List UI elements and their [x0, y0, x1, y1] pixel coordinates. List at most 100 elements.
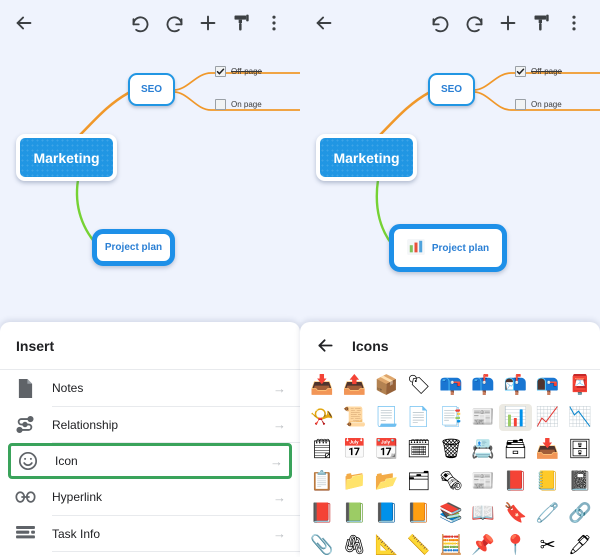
mindmap-node-seo[interactable]: SEO [128, 73, 175, 106]
open-mailbox-lowered-flag-icon[interactable]: 📭 [532, 372, 564, 399]
orange-book-icon[interactable]: 📙 [403, 500, 435, 527]
mindmap-node-root[interactable]: Marketing [16, 134, 117, 181]
red-book-icon[interactable]: 📕 [306, 500, 338, 527]
package-icon[interactable]: 📦 [370, 372, 402, 399]
chart-decreasing-icon[interactable]: 📉 [564, 404, 596, 431]
calendar-icon[interactable]: 📅 [338, 436, 370, 463]
back-arrow-icon[interactable] [312, 333, 338, 359]
scissors-icon[interactable]: ✂ [532, 532, 564, 557]
checkbox-unchecked-icon[interactable] [515, 99, 526, 110]
books-icon[interactable]: 📚 [435, 500, 467, 527]
mindmap-node-project-plan-label: Project plan [431, 242, 490, 254]
mindmap-node-root-label: Marketing [333, 149, 400, 166]
relationship-icon [14, 414, 36, 436]
card-file-box-icon[interactable]: 🗃 [499, 436, 531, 463]
scroll-icon[interactable]: 📜 [338, 404, 370, 431]
paperclip-icon[interactable]: 📎 [306, 532, 338, 557]
ledger-icon[interactable]: 📒 [532, 468, 564, 495]
mindmap-leaf-off-page-label: Off-page [231, 67, 262, 76]
mindmap-leaf-on-page[interactable]: On page [515, 99, 562, 110]
insert-sheet: Insert Notes → Relationship → Icon → Hyp… [0, 322, 300, 557]
open-file-folder-icon[interactable]: 📂 [370, 468, 402, 495]
safety-pin-icon[interactable]: 🧷 [532, 500, 564, 527]
insert-menu-item-relationship[interactable]: Relationship → [0, 407, 300, 443]
menu-divider [52, 551, 300, 552]
insert-sheet-header: Insert [0, 322, 300, 370]
label-tag-icon[interactable]: 🏷 [403, 372, 435, 399]
blue-book-icon[interactable]: 📘 [370, 500, 402, 527]
chevron-right-icon: → [273, 489, 286, 505]
mindmap-canvas-right[interactable]: Marketing SEO Project plan Off-page On p… [300, 0, 600, 322]
bar-chart-icon[interactable]: 📊 [499, 404, 532, 431]
mindmap-leaf-on-page[interactable]: On page [215, 99, 262, 110]
mindmap-canvas-left[interactable]: Marketing SEO Project plan Off-page On p… [0, 0, 300, 322]
mindmap-node-project-plan[interactable]: Project plan [92, 229, 175, 266]
page-with-curl-icon[interactable]: 📃 [370, 404, 402, 431]
postbox-icon[interactable]: 📮 [564, 372, 596, 399]
abacus-icon[interactable]: 🧮 [435, 532, 467, 557]
mindmap-node-seo[interactable]: SEO [428, 73, 475, 106]
pushpin-icon[interactable]: 📌 [467, 532, 499, 557]
file-box-icon[interactable]: 📥 [532, 436, 564, 463]
notes-icon [14, 377, 36, 399]
outbox-tray-icon[interactable]: 📤 [338, 372, 370, 399]
checkbox-unchecked-icon[interactable] [215, 99, 226, 110]
task-info-icon [14, 523, 36, 545]
wastebasket-icon[interactable]: 🗑 [435, 436, 467, 463]
bar-chart-icon [406, 238, 425, 258]
spiral-notepad-icon[interactable]: 🗒 [306, 436, 338, 463]
checkbox-checked-icon[interactable] [215, 66, 226, 77]
insert-menu-item-notes[interactable]: Notes → [0, 370, 300, 407]
closed-book-icon[interactable]: 📕 [499, 468, 531, 495]
icon-grid[interactable]: 📥 📤 📦 🏷 📪 📫 📬 📭 📮 📯 📜 📃 📄 📑 📰 📊 📈 📉 🗒 📅 📆 🗓 🗑 📇 🗃 📥 🗄 📋 📁 📂 🗂 🗞 📰 📕 📒 📓 📕 📗 📘 📙… [300, 370, 600, 557]
mindmap-node-root[interactable]: Marketing [316, 134, 417, 181]
postal-horn-icon[interactable]: 📯 [306, 404, 338, 431]
linked-paperclips-icon[interactable]: 🖇 [338, 532, 370, 557]
tear-off-calendar-icon[interactable]: 📆 [370, 436, 402, 463]
file-cabinet-icon[interactable]: 🗄 [564, 436, 596, 463]
screenshot-root: Marketing SEO Project plan Off-page On p… [0, 0, 600, 557]
insert-menu-item-icon[interactable]: Icon → [8, 443, 292, 479]
mindmap-leaf-off-page[interactable]: Off-page [215, 66, 262, 77]
mindmap-leaf-off-page[interactable]: Off-page [515, 66, 562, 77]
pen-icon[interactable]: 🖊 [564, 532, 596, 557]
spiral-calendar-icon[interactable]: 🗓 [403, 436, 435, 463]
newspaper-icon[interactable]: 📰 [467, 404, 499, 431]
chevron-right-icon: → [270, 453, 283, 469]
checkbox-checked-icon[interactable] [515, 66, 526, 77]
triangular-ruler-icon[interactable]: 📐 [370, 532, 402, 557]
closed-mailbox-raised-flag-icon[interactable]: 📫 [467, 372, 499, 399]
open-book-icon[interactable]: 📖 [467, 500, 499, 527]
notebook-icon[interactable]: 📓 [564, 468, 596, 495]
chart-increasing-icon[interactable]: 📈 [532, 404, 564, 431]
mindmap-right[interactable]: Marketing SEO Project plan Off-page On p… [300, 0, 600, 322]
mindmap-left[interactable]: Marketing SEO Project plan Off-page On p… [0, 0, 300, 322]
icons-sheet-header: Icons [300, 322, 600, 370]
insert-menu-item-task-info-label: Task Info [52, 526, 101, 541]
insert-menu-item-task-info[interactable]: Task Info → [0, 516, 300, 552]
bookmark-icon[interactable]: 🔖 [499, 500, 531, 527]
mindmap-leaf-off-page-label: Off-page [531, 67, 562, 76]
insert-menu-item-hyperlink[interactable]: Hyperlink → [0, 479, 300, 516]
bookmark-tabs-icon[interactable]: 📑 [435, 404, 467, 431]
card-index-icon[interactable]: 📇 [467, 436, 499, 463]
open-mailbox-raised-flag-icon[interactable]: 📬 [499, 372, 531, 399]
newspaper-flat-icon[interactable]: 📰 [467, 468, 499, 495]
rolled-newspaper-icon[interactable]: 🗞 [435, 468, 467, 495]
straight-ruler-icon[interactable]: 📏 [403, 532, 435, 557]
round-pushpin-icon[interactable]: 📍 [499, 532, 531, 557]
closed-mailbox-lowered-flag-icon[interactable]: 📪 [435, 372, 467, 399]
page-facing-up-icon[interactable]: 📄 [403, 404, 435, 431]
chevron-right-icon: → [273, 526, 286, 542]
link-chain-icon[interactable]: 🔗 [564, 500, 596, 527]
card-index-dividers-icon[interactable]: 🗂 [403, 468, 435, 495]
chevron-right-icon: → [273, 417, 286, 433]
smiley-icon [17, 450, 39, 472]
insert-menu-item-icon-label: Icon [55, 454, 78, 468]
inbox-tray-icon[interactable]: 📥 [306, 372, 338, 399]
icons-sheet-title: Icons [352, 337, 389, 354]
green-book-icon[interactable]: 📗 [338, 500, 370, 527]
mindmap-node-project-plan[interactable]: Project plan [389, 224, 507, 272]
clipboard-icon[interactable]: 📋 [306, 468, 338, 495]
file-folder-icon[interactable]: 📁 [338, 468, 370, 495]
